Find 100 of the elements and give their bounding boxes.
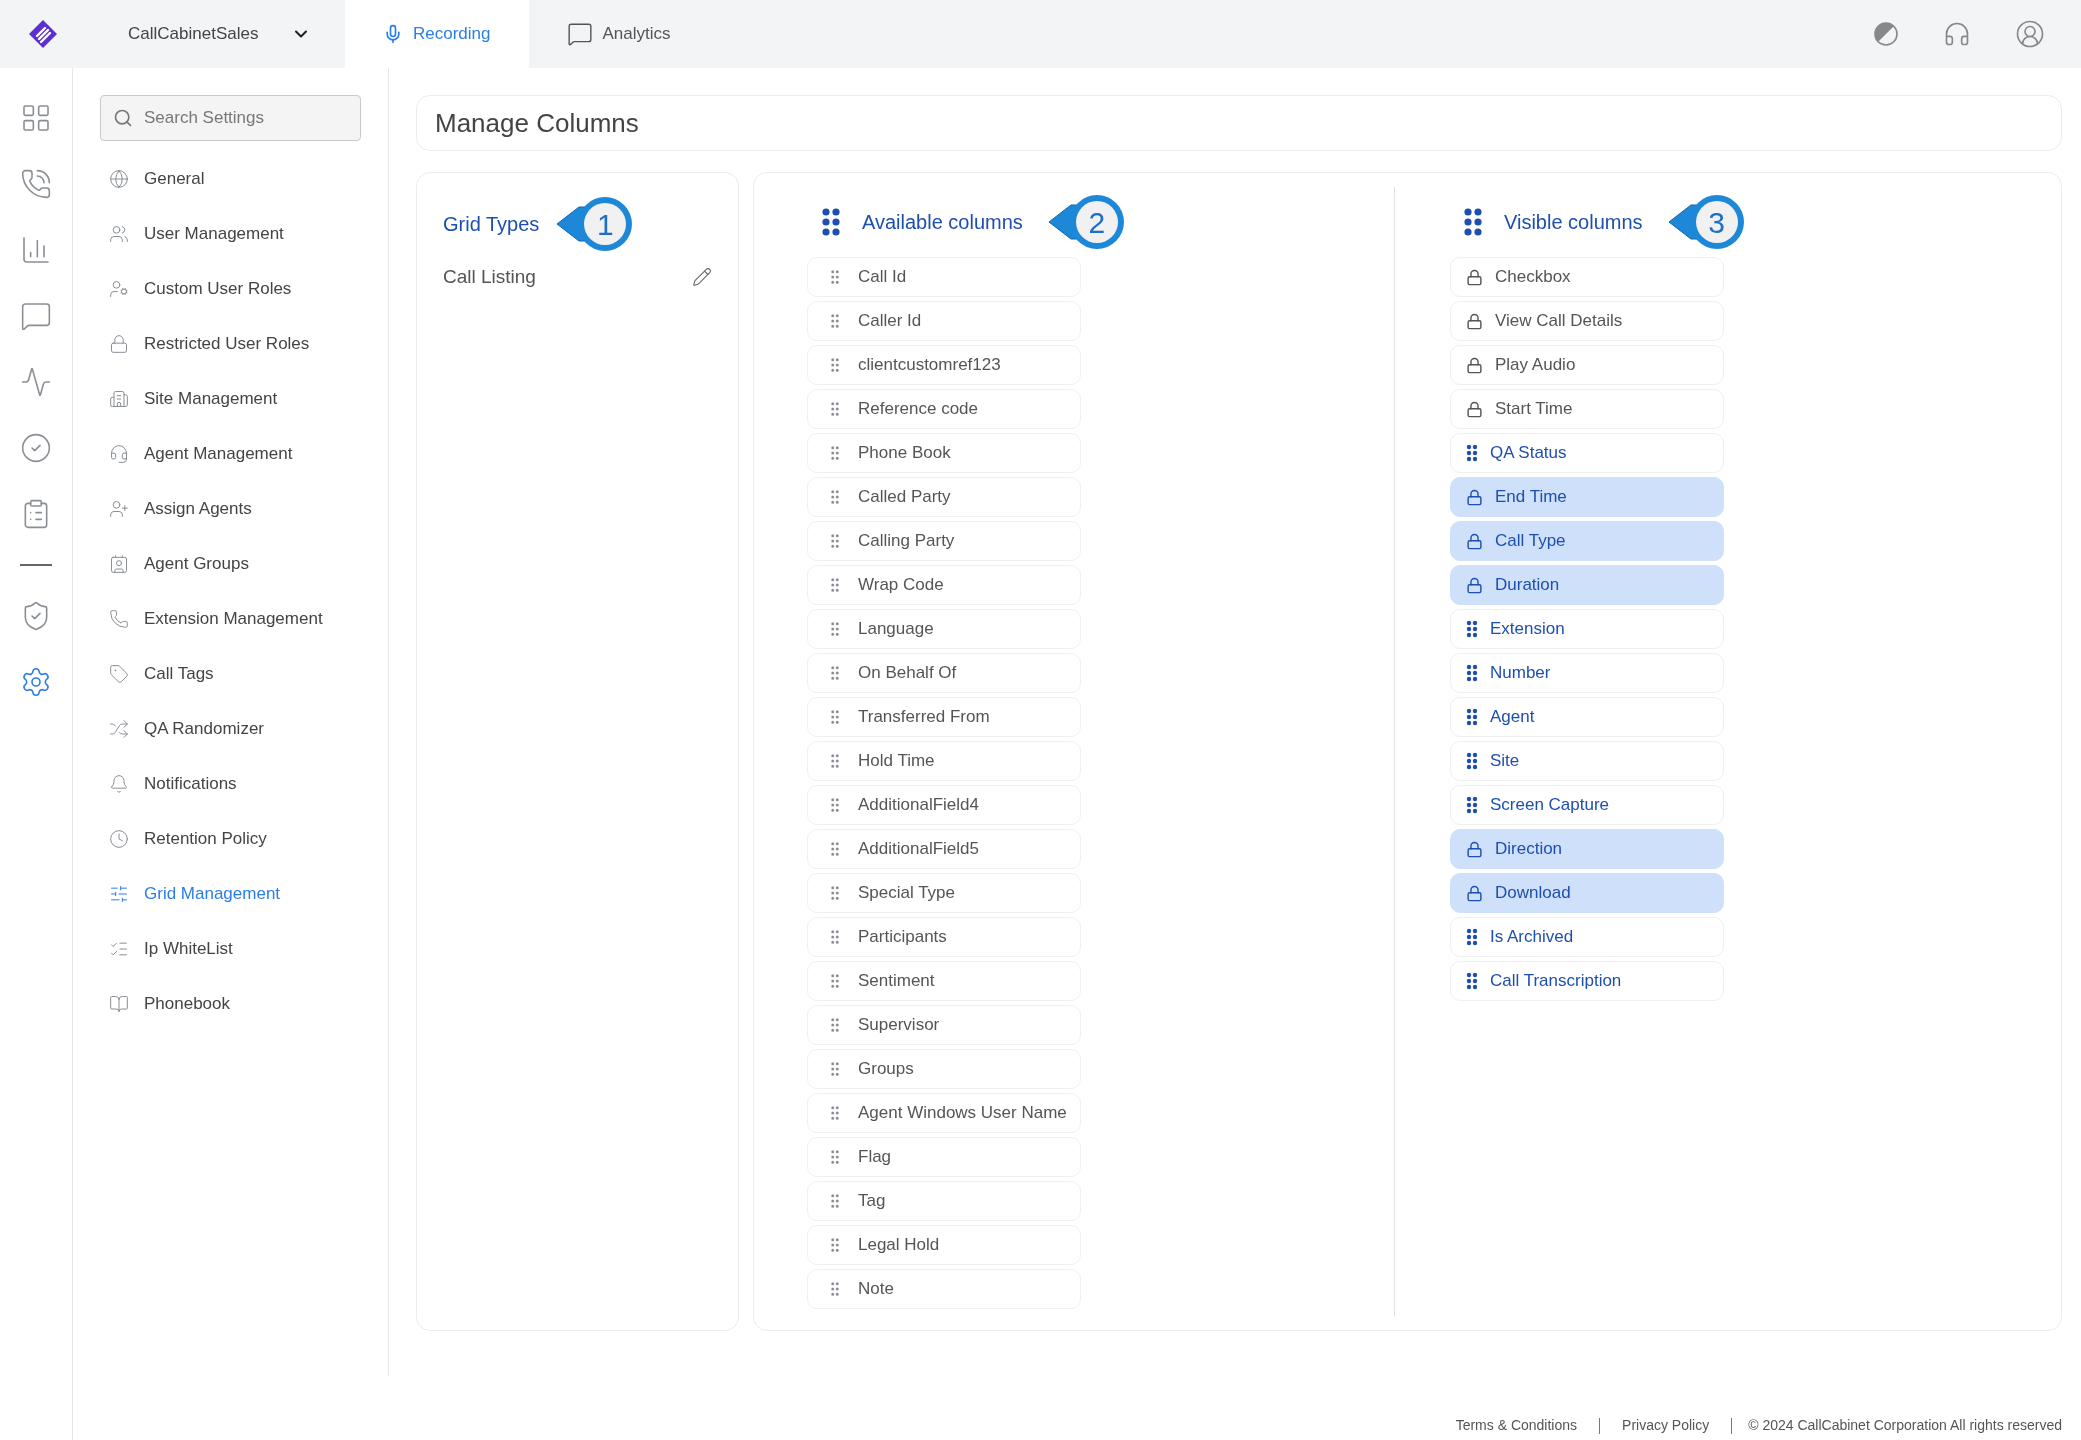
sliders-icon <box>109 883 129 904</box>
sidebar-item[interactable]: Retention Policy <box>100 811 361 866</box>
globe-icon <box>109 168 129 189</box>
column-item[interactable]: Hold Time <box>807 741 1081 781</box>
column-item[interactable]: Reference code <box>807 389 1081 429</box>
lock-icon <box>1466 576 1483 594</box>
section-title: Available columns <box>862 210 1023 235</box>
column-item[interactable]: Agent Windows User Name <box>807 1093 1081 1133</box>
column-item[interactable]: Duration <box>1450 565 1724 605</box>
sidebar-item[interactable]: Agent Groups <box>100 536 361 591</box>
column-item[interactable]: Extension <box>1450 609 1724 649</box>
column-item[interactable]: AdditionalField4 <box>807 785 1081 825</box>
column-item[interactable]: Call Id <box>807 257 1081 297</box>
column-item[interactable]: Phone Book <box>807 433 1081 473</box>
column-item[interactable]: Sentiment <box>807 961 1081 1001</box>
column-item[interactable]: Supervisor <box>807 1005 1081 1045</box>
grid-icon[interactable] <box>20 102 52 134</box>
sidebar-item[interactable]: Restricted User Roles <box>100 316 361 371</box>
lock-icon <box>109 333 129 354</box>
column-item[interactable]: Number <box>1450 653 1724 693</box>
column-item[interactable]: Flag <box>807 1137 1081 1177</box>
column-item[interactable]: Download <box>1450 873 1724 913</box>
drag-handle-icon <box>1466 796 1478 814</box>
sidebar-item[interactable]: General <box>100 151 361 206</box>
sidebar-item[interactable]: Site Management <box>100 371 361 426</box>
headset-icon[interactable] <box>1943 20 1971 48</box>
column-item[interactable]: Called Party <box>807 477 1081 517</box>
drag-handle-icon <box>1466 620 1478 638</box>
tag-icon <box>109 663 129 684</box>
user-gear-icon <box>109 278 129 299</box>
column-item[interactable]: On Behalf Of <box>807 653 1081 693</box>
column-item[interactable]: Play Audio <box>1450 345 1724 385</box>
drag-handle-icon <box>1464 208 1482 236</box>
column-item[interactable]: Note <box>807 1269 1081 1309</box>
lock-icon <box>1466 884 1483 902</box>
drag-handle-icon <box>1466 752 1478 770</box>
column-item[interactable]: Is Archived <box>1450 917 1724 957</box>
bell-icon <box>109 773 129 794</box>
column-item[interactable]: Checkbox <box>1450 257 1724 297</box>
lock-icon <box>1466 532 1483 550</box>
check-circle-icon[interactable] <box>20 432 52 464</box>
sidebar-item[interactable]: Ip WhiteList <box>100 921 361 976</box>
column-item[interactable]: Caller Id <box>807 301 1081 341</box>
sidebar-item[interactable]: QA Randomizer <box>100 701 361 756</box>
sidebar-item[interactable]: Extension Management <box>100 591 361 646</box>
sidebar-item[interactable]: Call Tags <box>100 646 361 701</box>
drag-handle-icon <box>1466 664 1478 682</box>
footer-link[interactable]: Privacy Policy <box>1600 1415 1732 1436</box>
grid-type-item[interactable]: Call Listing <box>443 263 536 292</box>
clock-icon <box>109 828 129 849</box>
account-dropdown[interactable]: CallCabinetSales <box>90 0 345 68</box>
logo-icon <box>28 19 58 49</box>
column-item[interactable]: QA Status <box>1450 433 1724 473</box>
column-item[interactable]: Transferred From <box>807 697 1081 737</box>
settings-icon[interactable] <box>20 666 52 698</box>
sidebar-item[interactable]: User Management <box>100 206 361 261</box>
column-item[interactable]: Wrap Code <box>807 565 1081 605</box>
column-item[interactable]: Call Transcription <box>1450 961 1724 1001</box>
sidebar-item[interactable]: Assign Agents <box>100 481 361 536</box>
column-item[interactable]: AdditionalField5 <box>807 829 1081 869</box>
column-item[interactable]: Agent <box>1450 697 1724 737</box>
drag-handle-icon <box>1466 972 1478 990</box>
column-item[interactable]: Special Type <box>807 873 1081 913</box>
lock-icon <box>1466 268 1483 286</box>
column-item[interactable]: Legal Hold <box>807 1225 1081 1265</box>
building-icon <box>109 388 129 409</box>
column-item[interactable]: Start Time <box>1450 389 1724 429</box>
sidebar-item[interactable]: Phonebook <box>100 976 361 1031</box>
edit-icon[interactable] <box>692 267 712 288</box>
sidebar-item[interactable]: Agent Management <box>100 426 361 481</box>
footer-link[interactable]: Terms & Conditions <box>1433 1415 1600 1436</box>
column-item[interactable]: View Call Details <box>1450 301 1724 341</box>
column-item[interactable]: Screen Capture <box>1450 785 1724 825</box>
lock-icon <box>1466 840 1483 858</box>
column-item[interactable]: Direction <box>1450 829 1724 869</box>
column-item[interactable]: clientcustomref123 <box>807 345 1081 385</box>
nav-tab[interactable]: Recording <box>345 0 529 68</box>
theme-toggle-icon[interactable] <box>1873 21 1899 47</box>
sidebar-item[interactable]: Notifications <box>100 756 361 811</box>
bar-chart-icon[interactable] <box>20 234 52 266</box>
pulse-icon[interactable] <box>20 366 52 398</box>
search-field[interactable]: Search Settings <box>100 95 361 141</box>
copyright-text: © 2024 CallCabinet Corporation All rights reserved <box>1747 1416 2062 1435</box>
column-item[interactable]: Tag <box>807 1181 1081 1221</box>
column-item[interactable]: Groups <box>807 1049 1081 1089</box>
sidebar-item[interactable]: Custom User Roles <box>100 261 361 316</box>
phone-icon[interactable] <box>20 168 52 200</box>
column-item[interactable]: Call Type <box>1450 521 1724 561</box>
column-item[interactable]: Calling Party <box>807 521 1081 561</box>
column-item[interactable]: Site <box>1450 741 1724 781</box>
column-item[interactable]: End Time <box>1450 477 1724 517</box>
drag-handle-icon <box>1466 708 1478 726</box>
user-icon[interactable] <box>2015 19 2045 49</box>
user-plus-icon <box>109 498 129 519</box>
column-item[interactable]: Language <box>807 609 1081 649</box>
column-item[interactable]: Participants <box>807 917 1081 957</box>
microphone-icon <box>383 24 403 44</box>
sidebar-item[interactable]: Grid Management <box>100 866 361 921</box>
nav-tab[interactable]: Analytics <box>528 0 709 68</box>
book-icon <box>109 993 129 1014</box>
